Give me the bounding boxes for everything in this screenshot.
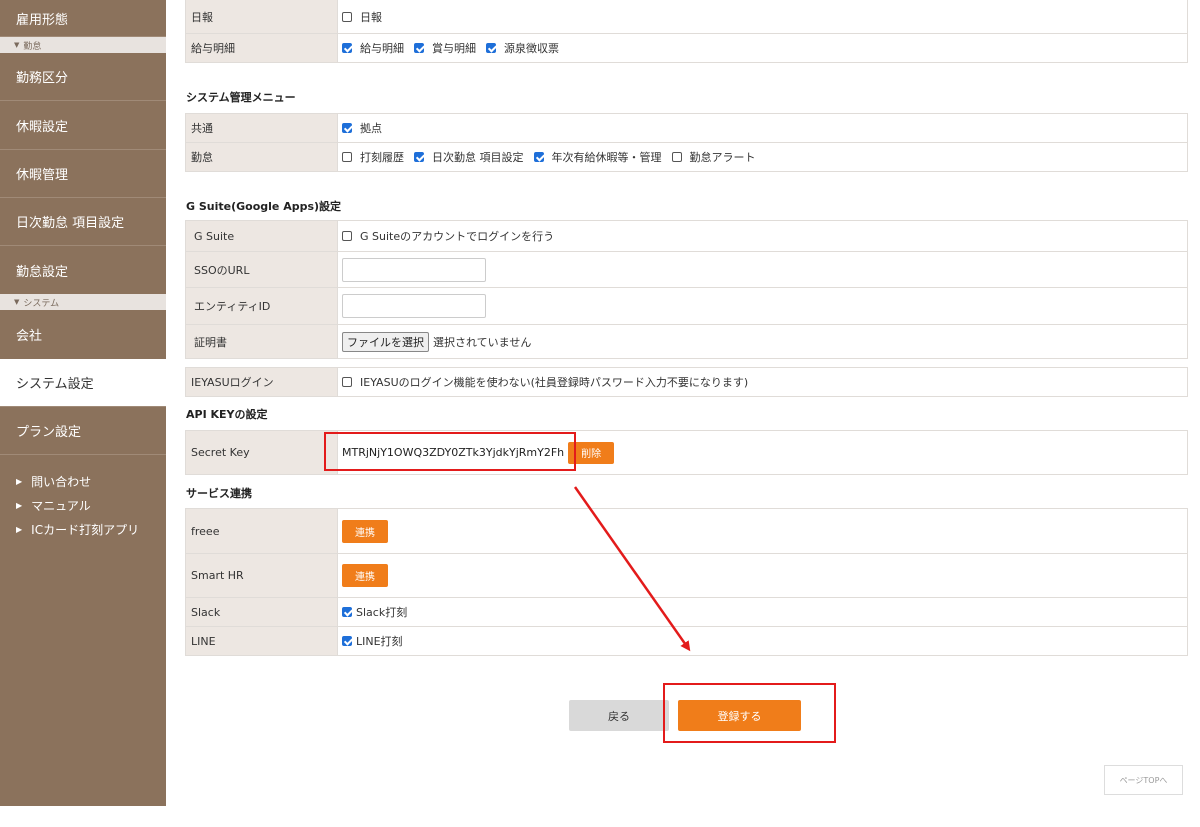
arrow-line xyxy=(573,486,691,652)
annotation-arrow xyxy=(573,486,691,652)
